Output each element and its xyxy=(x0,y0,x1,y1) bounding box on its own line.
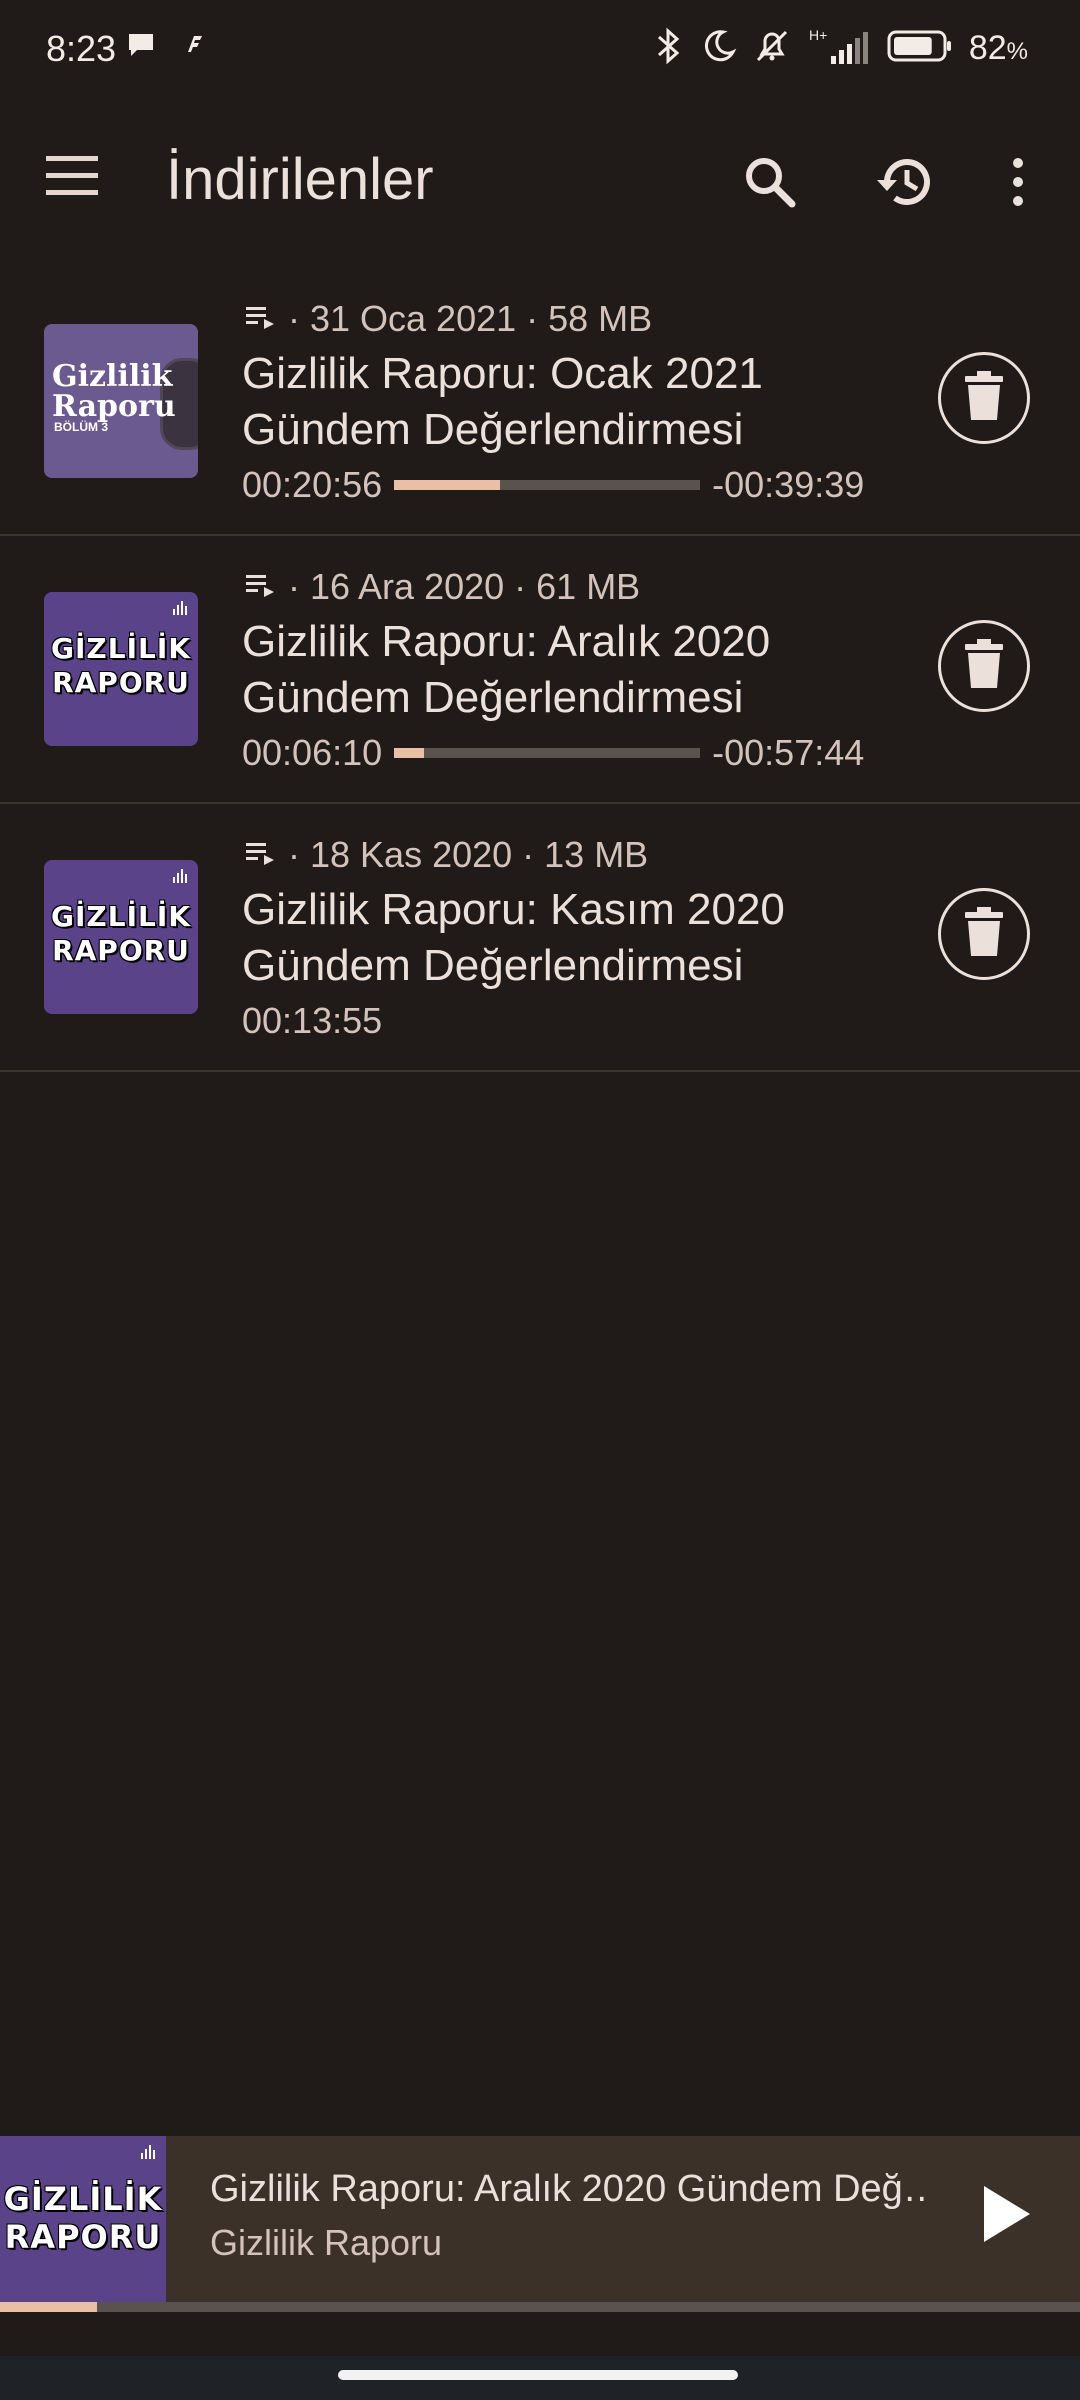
episode-row[interactable]: Gizlilik Raporu BÖLÜM 3 · 31 Oca 2021 · … xyxy=(0,268,1080,536)
menu-button[interactable] xyxy=(44,154,108,214)
episode-meta: · 31 Oca 2021 · 58 MB xyxy=(244,298,652,340)
playlist-icon xyxy=(244,298,278,340)
network-type-label: H+ xyxy=(809,27,827,43)
app-notification-icon xyxy=(178,30,208,65)
episode-row[interactable]: GİZLİLİK RAPORU · 18 Kas 2020 · 13 MB Gi… xyxy=(0,804,1080,1072)
episode-title[interactable]: Gizlilik Raporu: Kasım 2020 Gündem Değer… xyxy=(242,882,902,994)
signal-icon: H+ xyxy=(807,26,871,71)
episode-date-size: · 18 Kas 2020 · 13 MB xyxy=(288,834,649,875)
episode-artwork[interactable]: GİZLİLİK RAPORU xyxy=(44,592,198,746)
do-not-disturb-moon-icon xyxy=(701,28,737,69)
remaining-time: -00:39:39 xyxy=(712,464,865,505)
episode-date-size: · 31 Oca 2021 · 58 MB xyxy=(288,298,653,339)
bluetooth-icon xyxy=(651,27,685,70)
history-button[interactable] xyxy=(868,148,940,220)
episode-meta: · 16 Ara 2020 · 61 MB xyxy=(244,566,640,608)
history-icon xyxy=(873,153,935,216)
progress-bar xyxy=(394,480,701,490)
status-right-icons: H+ 82% xyxy=(651,26,1028,71)
delete-button[interactable] xyxy=(938,620,1030,712)
podcast-signal-icon xyxy=(140,2144,156,2165)
trash-icon xyxy=(964,638,1004,695)
episode-duration: 00:13:55 xyxy=(242,1000,383,1041)
battery-icon xyxy=(887,29,953,68)
delete-button[interactable] xyxy=(938,352,1030,444)
artwork-title: GİZLİLİK RAPORU xyxy=(51,900,191,967)
play-button[interactable] xyxy=(966,2176,1046,2256)
more-options-button[interactable] xyxy=(982,148,1054,220)
episode-meta: · 18 Kas 2020 · 13 MB xyxy=(244,834,648,876)
remaining-time: -00:57:44 xyxy=(712,732,865,773)
podcast-signal-icon xyxy=(172,600,188,621)
search-icon xyxy=(742,154,798,215)
downloads-list: Gizlilik Raporu BÖLÜM 3 · 31 Oca 2021 · … xyxy=(0,268,1080,1072)
navigation-bar xyxy=(0,2356,1080,2400)
progress-fill xyxy=(394,480,500,490)
episode-title[interactable]: Gizlilik Raporu: Aralık 2020 Gündem Değe… xyxy=(242,614,902,726)
artwork-title: GİZLİLİK RAPORU xyxy=(51,632,191,699)
status-time: 8:23 xyxy=(46,28,117,69)
episode-artwork[interactable]: Gizlilik Raporu BÖLÜM 3 xyxy=(44,324,198,478)
artwork-title: GİZLİLİK RAPORU xyxy=(3,2180,163,2256)
mini-player-title[interactable]: Gizlilik Raporu: Aralık 2020 Gündem Değ… xyxy=(210,2168,930,2211)
delete-button[interactable] xyxy=(938,888,1030,980)
playlist-icon xyxy=(244,566,278,608)
mini-player[interactable]: GİZLİLİK RAPORU Gizlilik Raporu: Aralık … xyxy=(0,2136,1080,2312)
episode-duration-line: 00:13:55 xyxy=(242,1000,382,1042)
episode-artwork[interactable]: GİZLİLİK RAPORU xyxy=(44,860,198,1014)
episode-progress: 00:06:10 -00:57:44 xyxy=(242,732,864,774)
episode-date-size: · 16 Ara 2020 · 61 MB xyxy=(288,566,641,607)
search-button[interactable] xyxy=(734,148,806,220)
menu-icon xyxy=(44,156,102,202)
episode-progress: 00:20:56 -00:39:39 xyxy=(242,464,864,506)
playlist-icon xyxy=(244,834,278,876)
battery-percent-unit: % xyxy=(1006,38,1028,65)
artwork-title: Gizlilik Raporu xyxy=(52,359,176,424)
page-title: İndirilenler xyxy=(166,147,434,212)
elapsed-time: 00:20:56 xyxy=(242,464,383,505)
trash-icon xyxy=(964,906,1004,963)
home-gesture-handle[interactable] xyxy=(338,2370,738,2380)
elapsed-time: 00:06:10 xyxy=(242,732,383,773)
podcast-signal-icon xyxy=(172,868,188,889)
mini-player-podcast: Gizlilik Raporu xyxy=(210,2222,443,2263)
progress-bar xyxy=(394,748,701,758)
mini-player-progress-fill xyxy=(0,2302,98,2312)
more-vert-icon xyxy=(1008,157,1028,212)
status-left-icons xyxy=(126,30,208,65)
mini-player-artwork[interactable]: GİZLİLİK RAPORU xyxy=(0,2136,166,2302)
progress-fill xyxy=(394,748,424,758)
status-bar: 8:23 H+ 82% xyxy=(0,0,1080,104)
message-icon xyxy=(126,30,156,65)
trash-icon xyxy=(964,370,1004,427)
battery-percent-value: 82 xyxy=(968,29,1007,67)
play-icon xyxy=(980,2184,1032,2249)
app-bar: İndirilenler xyxy=(0,104,1080,264)
mini-player-progress-bar[interactable] xyxy=(0,2302,1080,2312)
episode-row[interactable]: GİZLİLİK RAPORU · 16 Ara 2020 · 61 MB Gi… xyxy=(0,536,1080,804)
episode-title[interactable]: Gizlilik Raporu: Ocak 2021 Gündem Değerl… xyxy=(242,346,902,458)
bell-off-icon xyxy=(753,27,791,70)
artwork-subtitle: BÖLÜM 3 xyxy=(54,420,108,434)
battery-percent: 82% xyxy=(969,29,1028,68)
